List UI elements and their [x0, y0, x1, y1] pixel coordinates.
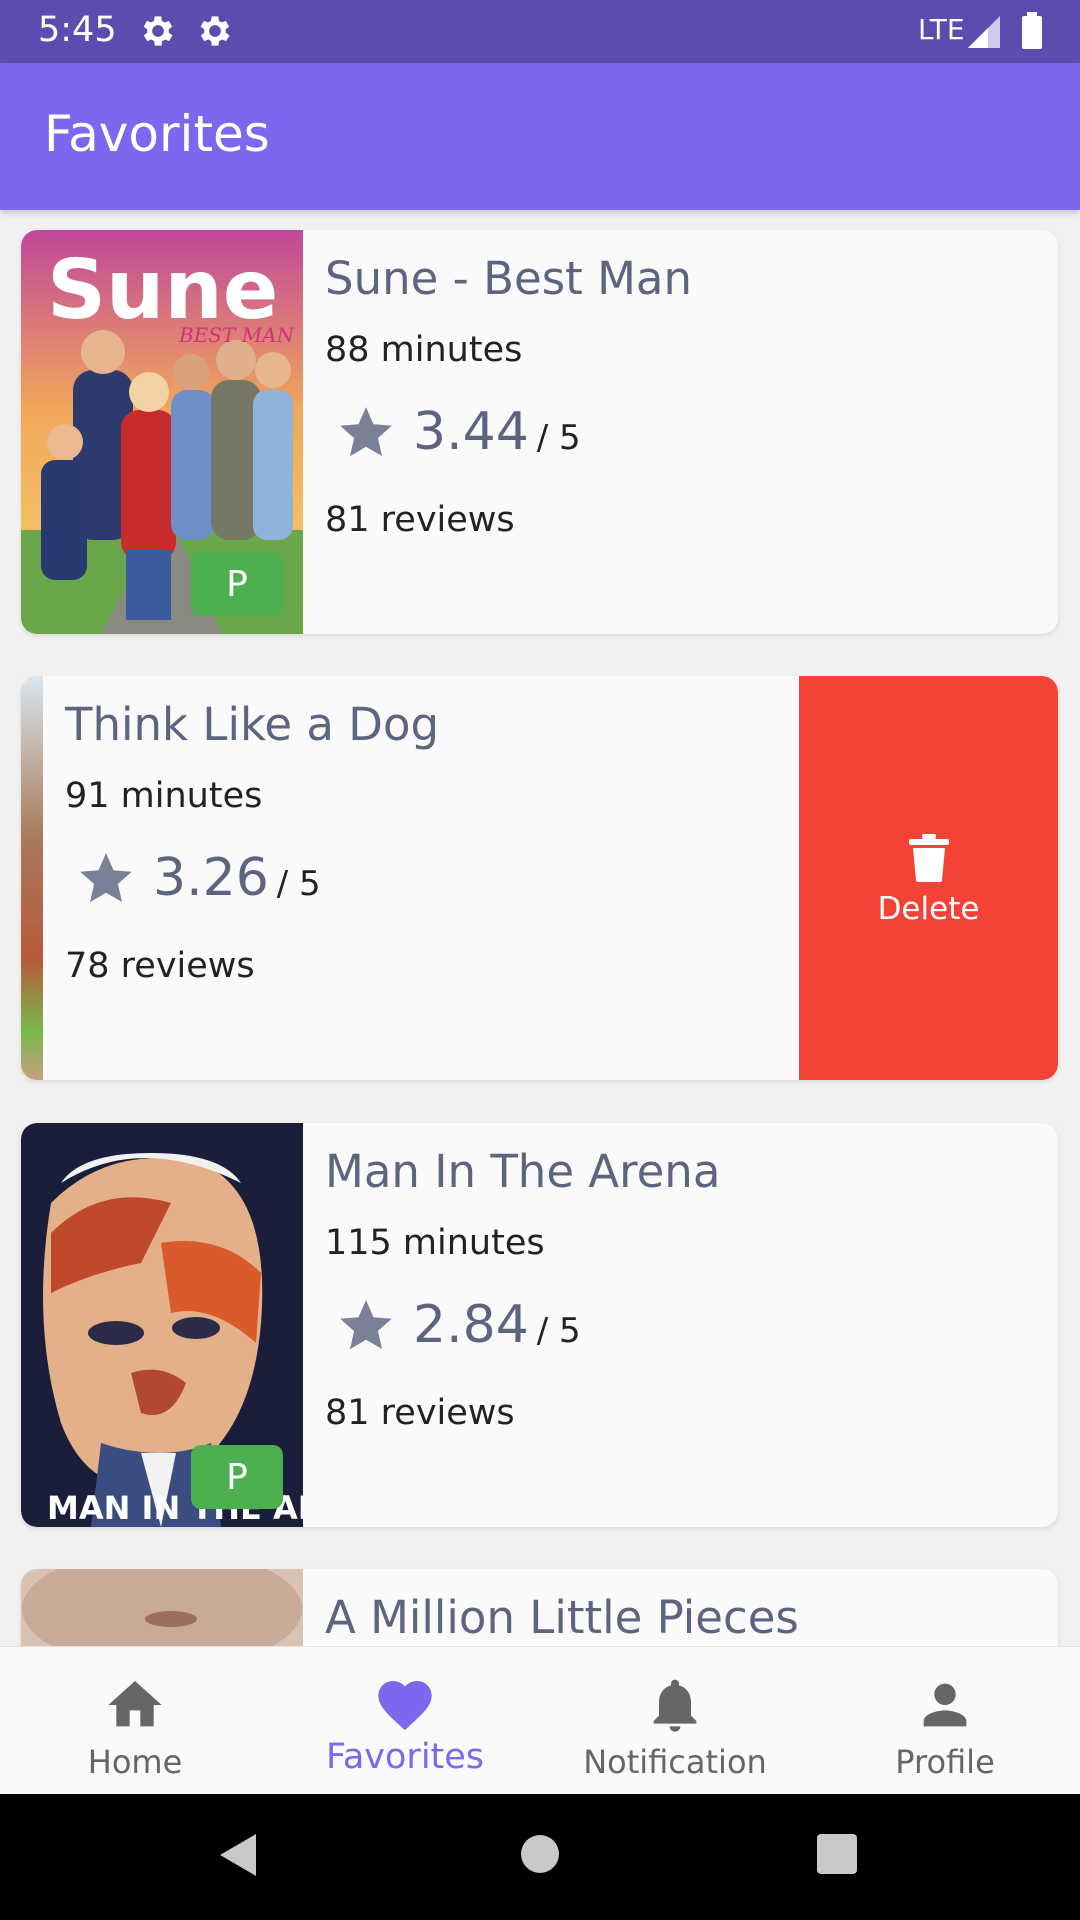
- recents-icon[interactable]: [817, 1834, 857, 1874]
- status-time: 5:45: [38, 10, 117, 50]
- movie-rating: 2.84 / 5: [325, 1295, 581, 1357]
- gear-icon: [200, 16, 230, 46]
- rating-badge: P: [191, 1445, 283, 1509]
- person-icon: [923, 1683, 967, 1727]
- movie-title: Think Like a Dog: [65, 698, 440, 751]
- rating-max: / 5: [536, 418, 581, 458]
- nav-favorites[interactable]: Favorites: [270, 1647, 540, 1795]
- gear-icon: [143, 16, 173, 46]
- movie-poster: [21, 676, 43, 1080]
- movie-duration: 115 minutes: [325, 1223, 545, 1263]
- favorites-list[interactable]: Sune BEST MAN P Sune - Best Man 88 minut…: [0, 210, 1080, 1646]
- signal-icon: [968, 16, 1000, 48]
- movie-reviews: 78 reviews: [65, 946, 255, 986]
- status-bar: 5:45 LTE: [0, 0, 1080, 63]
- star-icon: [80, 853, 132, 903]
- home-circle-icon[interactable]: [520, 1834, 560, 1874]
- back-icon[interactable]: [218, 1832, 258, 1878]
- rating-value: 3.26: [153, 848, 269, 908]
- rating-value: 2.84: [413, 1295, 529, 1355]
- rating-max: / 5: [536, 1311, 581, 1351]
- heart-icon: [378, 1681, 432, 1731]
- movie-rating: 3.26 / 5: [65, 848, 321, 910]
- movie-reviews: 81 reviews: [325, 1393, 515, 1433]
- nav-notification[interactable]: Notification: [540, 1647, 810, 1795]
- nav-profile[interactable]: Profile: [810, 1647, 1080, 1795]
- movie-card[interactable]: Sune BEST MAN P Sune - Best Man 88 minut…: [21, 230, 1058, 634]
- app-bar: Favorites: [0, 63, 1080, 210]
- nav-label: Profile: [895, 1743, 995, 1781]
- home-icon: [108, 1681, 162, 1727]
- rating-badge: P: [191, 552, 283, 616]
- bottom-navigation: Home Favorites Notification Profile: [0, 1646, 1080, 1795]
- nav-home[interactable]: Home: [0, 1647, 270, 1795]
- page-title: Favorites: [44, 105, 270, 163]
- star-icon: [340, 407, 392, 457]
- movie-duration: 88 minutes: [325, 330, 523, 370]
- movie-poster: MAN IN THE ARENA P: [21, 1123, 303, 1527]
- movie-reviews: 81 reviews: [325, 500, 515, 540]
- star-icon: [340, 1300, 392, 1350]
- movie-title: Sune - Best Man: [325, 252, 693, 305]
- movie-card[interactable]: A Million Little Pieces: [21, 1569, 1058, 1646]
- nav-label: Home: [87, 1743, 183, 1781]
- delete-button[interactable]: Delete: [799, 676, 1058, 1080]
- nav-label: Notification: [583, 1743, 767, 1781]
- network-type: LTE: [918, 13, 965, 46]
- battery-icon: [1022, 12, 1042, 49]
- movie-poster: Sune BEST MAN P: [21, 230, 303, 634]
- movie-duration: 91 minutes: [65, 776, 263, 816]
- nav-label: Favorites: [325, 1737, 485, 1777]
- system-navigation-bar: [0, 1794, 1080, 1920]
- trash-icon: [909, 834, 949, 882]
- movie-rating: 3.44 / 5: [325, 402, 581, 464]
- rating-value: 3.44: [413, 402, 529, 462]
- movie-title: Man In The Arena: [325, 1145, 721, 1198]
- movie-card[interactable]: Think Like a Dog 91 minutes 3.26 / 5 78 …: [21, 676, 1058, 1080]
- poster-subtitle-text: BEST MAN: [178, 323, 296, 347]
- movie-title: A Million Little Pieces: [325, 1591, 799, 1644]
- movie-poster: [21, 1569, 303, 1646]
- movie-card[interactable]: MAN IN THE ARENA P Man In The Arena 115 …: [21, 1123, 1058, 1527]
- rating-max: / 5: [276, 864, 321, 904]
- bell-icon: [653, 1679, 697, 1732]
- delete-label: Delete: [877, 891, 980, 927]
